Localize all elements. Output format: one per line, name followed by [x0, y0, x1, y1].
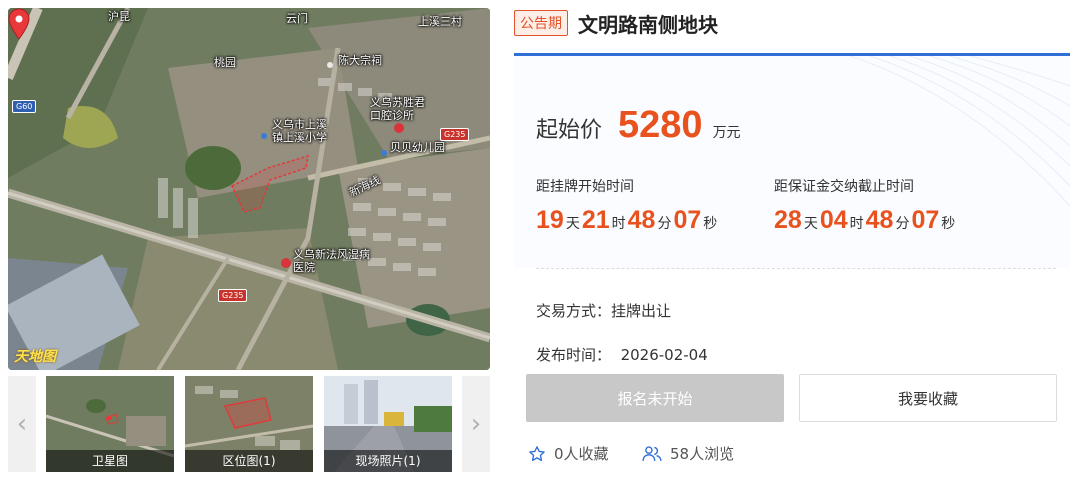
thumb-next-button[interactable]: › — [462, 376, 490, 472]
status-badge: 公告期 — [514, 10, 568, 36]
publish-time-row: 发布时间： 2026-02-04 — [536, 344, 708, 365]
countdown-deposit-seconds: 07 — [911, 206, 940, 234]
road-badge-g60: G60 — [12, 100, 37, 113]
views-suffix: 人浏览 — [689, 445, 735, 463]
trade-method-value: 挂牌出让 — [611, 302, 672, 320]
price-card: 起始价 5280 万元 距挂牌开始时间 19 天 21 时 48 分 07 秒 … — [514, 53, 1070, 268]
thumb-site-photo[interactable]: 现场照片(1) — [324, 376, 452, 472]
map-label-shangxi-sancun: 上溪三村 — [418, 15, 462, 28]
map-label-yunmen: 云门 — [286, 12, 308, 25]
countdown-start-minutes: 48 — [627, 206, 656, 234]
map-label-taoyuan: 桃园 — [214, 56, 236, 69]
map-label-hospital: 义乌新法风湿病 医院 — [293, 248, 370, 274]
satellite-map-image[interactable]: 沪昆 云门 上溪三村 桃园 陈大宗祠 义乌苏胜君 口腔诊所 义乌市上溪 镇上溪小… — [8, 8, 490, 370]
trade-method-label: 交易方式： — [536, 302, 612, 320]
thumb-location-map[interactable]: 区位图(1) — [185, 376, 313, 472]
countdown-deposit-deadline: 距保证金交纳截止时间 28 天 04 时 48 分 07 秒 — [774, 176, 957, 235]
thumb-prev-button[interactable]: ‹ — [8, 376, 36, 472]
start-price-value: 5280 — [618, 104, 703, 146]
thumb-satellite[interactable]: 卫星图 — [46, 376, 174, 472]
listing-title: 文明路南侧地块 — [578, 12, 718, 37]
road-badge-g235-a: G235 — [440, 128, 470, 141]
countdown-deposit-hours: 04 — [819, 206, 848, 234]
section-divider — [536, 268, 1056, 269]
map-label-kindergarten: 贝贝幼儿园 — [390, 141, 445, 154]
unit-hour: 时 — [611, 216, 626, 232]
favorites-count: 0 — [554, 444, 564, 463]
unit-minute: 分 — [895, 216, 910, 232]
register-button[interactable]: 报名未开始 — [526, 374, 784, 422]
unit-hour: 时 — [849, 216, 864, 232]
publish-time-value: 2026-02-04 — [620, 346, 708, 364]
map-label-primary-school: 义乌市上溪 镇上溪小学 — [272, 118, 327, 144]
thumbnail-strip: ‹ 卫星图 区位图(1) 现场照片(1) › — [8, 376, 490, 472]
countdown-start-hours: 21 — [581, 206, 610, 234]
favorite-button[interactable]: 我要收藏 — [799, 374, 1057, 422]
thumb-satellite-caption: 卫星图 — [46, 450, 174, 472]
unit-minute: 分 — [657, 216, 672, 232]
countdown-deposit-label: 距保证金交纳截止时间 — [774, 179, 914, 195]
countdown-start-days: 19 — [536, 206, 564, 234]
views-stat: 58 人浏览 — [642, 443, 734, 464]
views-count: 58 — [670, 444, 690, 463]
location-pin-icon — [8, 8, 30, 40]
thumb-location-map-caption: 区位图(1) — [185, 450, 313, 472]
users-icon — [642, 445, 662, 461]
countdown-start-seconds: 07 — [673, 206, 702, 234]
favorites-suffix: 人收藏 — [563, 445, 609, 463]
unit-day: 天 — [565, 216, 580, 232]
countdown-deposit-days: 28 — [774, 206, 802, 234]
favorites-stat[interactable]: 0 人收藏 — [528, 443, 609, 464]
listing-header: 公告期 文明路南侧地块 — [514, 8, 718, 38]
countdown-listing-start: 距挂牌开始时间 19 天 21 时 48 分 07 秒 — [536, 176, 719, 235]
trade-method-row: 交易方式：挂牌出让 — [536, 300, 671, 321]
map-label-shanghai-kun: 沪昆 — [108, 10, 130, 23]
star-icon — [529, 445, 545, 461]
start-price-row: 起始价 5280 万元 — [536, 104, 741, 147]
unit-second: 秒 — [703, 216, 718, 232]
unit-second: 秒 — [941, 216, 956, 232]
tianditu-watermark: 天地图 — [14, 349, 56, 365]
start-price-label: 起始价 — [536, 118, 603, 143]
unit-day: 天 — [803, 216, 818, 232]
map-label-clinic: 义乌苏胜君 口腔诊所 — [370, 96, 425, 122]
countdown-deposit-minutes: 48 — [865, 206, 894, 234]
road-badge-g235-b: G235 — [218, 289, 248, 302]
satellite-map-graphic — [8, 8, 490, 370]
publish-time-label: 发布时间： — [536, 346, 612, 364]
countdown-listing-start-label: 距挂牌开始时间 — [536, 179, 634, 195]
start-price-unit: 万元 — [712, 125, 741, 141]
thumb-site-photo-caption: 现场照片(1) — [324, 450, 452, 472]
map-label-chen-dazongci: 陈大宗祠 — [338, 54, 382, 67]
